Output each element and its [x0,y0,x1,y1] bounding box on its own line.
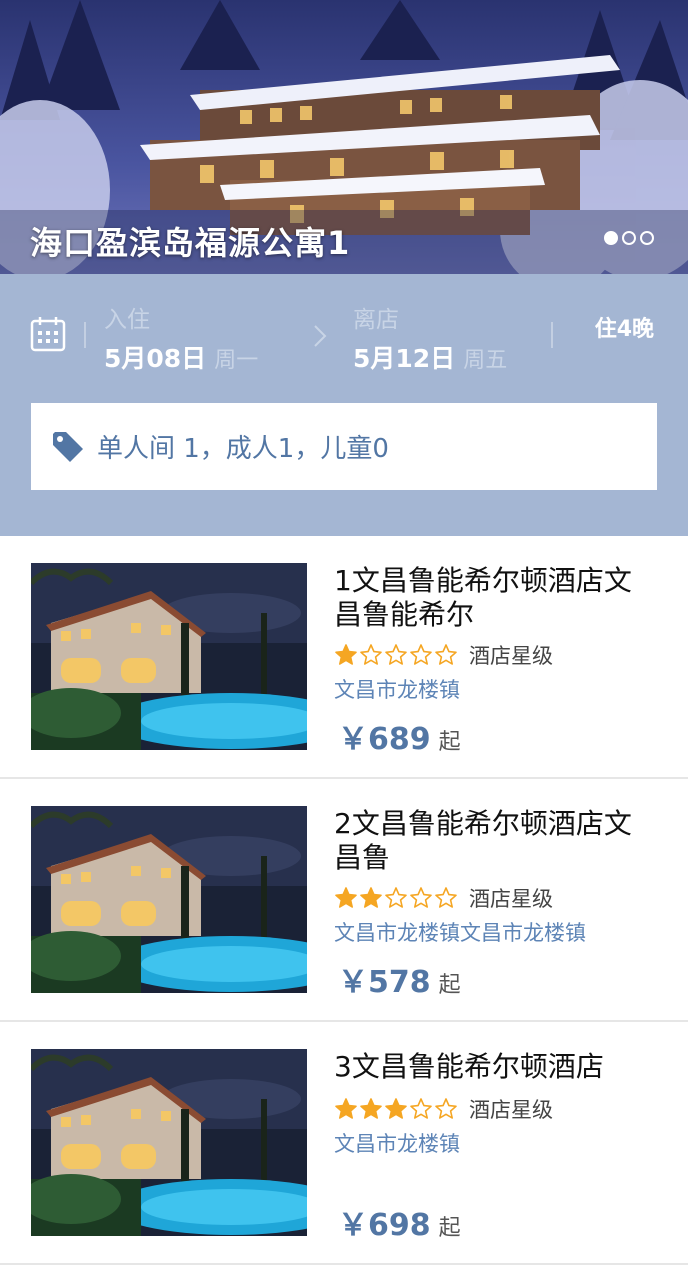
hero-banner[interactable]: 海口盈滨岛福源公寓1 [0,0,688,274]
star-filled-icon [335,887,357,908]
price-value: ￥698 [338,1208,431,1243]
carousel-dot[interactable] [640,231,654,245]
checkin-date-text: 5月08日 [104,344,207,373]
divider [84,322,86,348]
hotel-name[interactable]: 3文昌鲁能希尔顿酒店 [334,1050,654,1084]
star-filled-icon [335,1098,357,1119]
price-suffix: 起 [438,1216,461,1241]
star-outline-icon [360,644,382,665]
hotel-name[interactable]: 1文昌鲁能希尔顿酒店文昌鲁能希尔 [334,564,654,632]
hotel-price: ￥578 起 [338,957,461,1001]
room-guest-summary: 单人间 1，成人1，儿童0 [97,434,389,464]
hotel-list: 1文昌鲁能希尔顿酒店文昌鲁能希尔 酒店星级 文昌市龙楼镇 ￥689 起 2文昌鲁能… [0,536,688,1265]
hotel-price: ￥698 起 [338,1200,461,1244]
checkout-label: 离店 [353,307,399,333]
hotel-thumbnail [31,1049,307,1236]
room-guest-selector[interactable]: 单人间 1，成人1，儿童0 [31,403,657,490]
chevron-right-icon [314,325,327,347]
hotel-thumbnail [31,806,307,993]
checkin-weekday: 周一 [214,348,259,373]
checkout-date[interactable]: 5月12日 周五 [353,339,507,375]
hotel-star-rating: 酒店星级 [334,1094,553,1124]
tag-icon [53,431,83,462]
hotel-list-item[interactable]: 2文昌鲁能希尔顿酒店文昌鲁 酒店星级 文昌市龙楼镇文昌市龙楼镇 ￥578 起 [0,779,688,1022]
star-outline-icon [435,887,457,908]
star-rating-label: 酒店星级 [469,887,553,911]
hotel-location: 文昌市龙楼镇文昌市龙楼镇 [334,921,586,945]
hotel-list-item[interactable]: 1文昌鲁能希尔顿酒店文昌鲁能希尔 酒店星级 文昌市龙楼镇 ￥689 起 [0,536,688,779]
hotel-list-item[interactable]: 3文昌鲁能希尔顿酒店 酒店星级 文昌市龙楼镇 ￥698 起 [0,1022,688,1265]
hotel-thumbnail [31,563,307,750]
star-rating-label: 酒店星级 [469,1098,553,1122]
hotel-star-rating: 酒店星级 [334,640,553,670]
price-value: ￥578 [338,965,431,1000]
nights-count: 住4晚 [594,317,654,342]
star-rating-label: 酒店星级 [469,644,553,668]
price-suffix: 起 [438,730,461,755]
star-outline-icon [435,1098,457,1119]
hotel-location: 文昌市龙楼镇 [334,1132,460,1156]
star-outline-icon [410,644,432,665]
star-outline-icon [385,644,407,665]
calendar-icon [30,317,66,352]
star-outline-icon [410,1098,432,1119]
hotel-price: ￥689 起 [338,714,461,758]
star-outline-icon [435,644,457,665]
checkout-weekday: 周五 [463,348,508,373]
price-value: ￥689 [338,722,431,757]
hotel-star-rating: 酒店星级 [334,883,553,913]
booking-panel: 入住 5月08日 周一 离店 5月12日 周五 住4晚 单人间 1，成人1，儿童0 [0,274,688,536]
star-filled-icon [360,887,382,908]
star-filled-icon [360,1098,382,1119]
carousel-indicator[interactable] [604,231,654,245]
checkin-date[interactable]: 5月08日 周一 [104,339,258,375]
checkout-date-text: 5月12日 [353,344,456,373]
star-filled-icon [335,644,357,665]
checkin-label: 入住 [104,307,150,333]
hero-title: 海口盈滨岛福源公寓1 [30,224,351,262]
hotel-name[interactable]: 2文昌鲁能希尔顿酒店文昌鲁 [334,807,654,875]
hotel-location: 文昌市龙楼镇 [334,678,460,702]
star-outline-icon [385,887,407,908]
star-outline-icon [410,887,432,908]
divider [551,322,553,348]
carousel-dot[interactable] [604,231,618,245]
carousel-dot[interactable] [622,231,636,245]
price-suffix: 起 [438,973,461,998]
star-filled-icon [385,1098,407,1119]
